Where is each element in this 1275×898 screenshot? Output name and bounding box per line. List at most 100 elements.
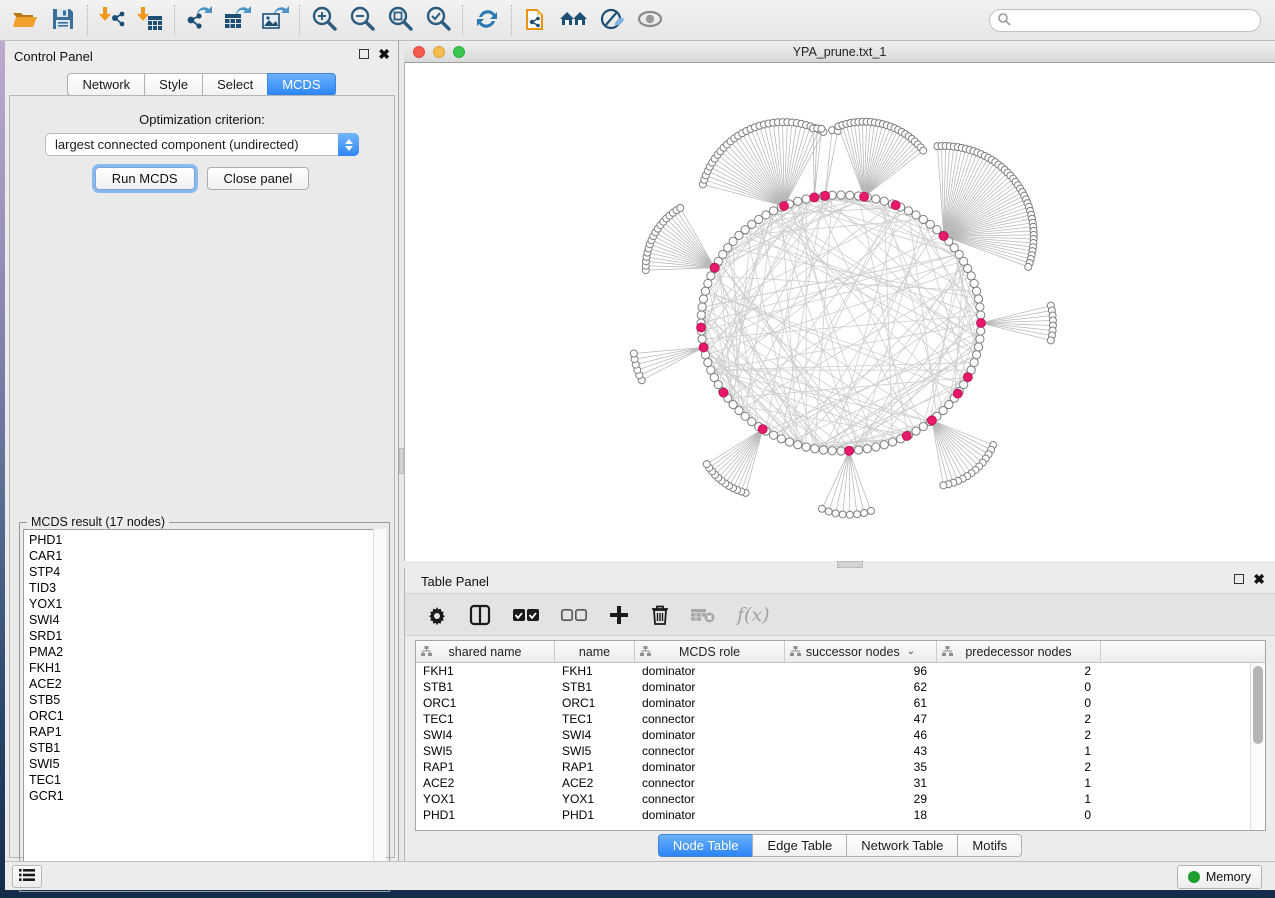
mcds-result-item[interactable]: ORC1 xyxy=(29,708,385,724)
column-header-successor-nodes[interactable]: successor nodes ⌄ xyxy=(785,641,937,662)
tab-edge-table[interactable]: Edge Table xyxy=(752,834,847,857)
column-header-name[interactable]: name xyxy=(555,641,635,662)
mcds-result-item[interactable]: FKH1 xyxy=(29,660,385,676)
export-image-button[interactable] xyxy=(256,3,294,37)
table-settings-button[interactable] xyxy=(427,605,447,625)
table-row[interactable]: SWI5SWI5connector431 xyxy=(416,743,1250,759)
table-cell[interactable]: dominator xyxy=(635,696,785,710)
table-row[interactable]: ACE2ACE2connector311 xyxy=(416,775,1250,791)
export-network-button[interactable] xyxy=(180,3,218,37)
delete-column-button[interactable] xyxy=(651,604,669,625)
table-cell[interactable]: ORC1 xyxy=(555,696,635,710)
mcds-result-item[interactable]: ACE2 xyxy=(29,676,385,692)
visual-style-button[interactable] xyxy=(593,3,631,37)
table-cell[interactable]: 35 xyxy=(785,760,937,774)
table-cell[interactable]: FKH1 xyxy=(555,664,635,678)
mcds-result-item[interactable]: PHD1 xyxy=(29,532,385,548)
table-cell[interactable]: dominator xyxy=(635,680,785,694)
table-cell[interactable]: 2 xyxy=(937,760,1101,774)
mcds-result-item[interactable]: YOX1 xyxy=(29,596,385,612)
tab-node-table[interactable]: Node Table xyxy=(658,834,754,857)
close-panel-icon[interactable]: ✖ xyxy=(378,49,390,59)
table-row[interactable]: STB1STB1dominator620 xyxy=(416,679,1250,695)
tab-motifs[interactable]: Motifs xyxy=(957,834,1022,857)
table-cell[interactable]: connector xyxy=(635,776,785,790)
run-mcds-button[interactable]: Run MCDS xyxy=(95,167,195,190)
table-cell[interactable]: ORC1 xyxy=(416,696,555,710)
table-cell[interactable]: TEC1 xyxy=(555,712,635,726)
tab-network[interactable]: Network xyxy=(67,73,145,96)
show-hide-button[interactable] xyxy=(631,3,669,37)
table-cell[interactable]: STB1 xyxy=(555,680,635,694)
table-cell[interactable]: 43 xyxy=(785,744,937,758)
delete-table-button[interactable] xyxy=(691,607,715,623)
splitter-grip[interactable] xyxy=(837,561,863,568)
table-cell[interactable]: PHD1 xyxy=(555,808,635,822)
memory-button[interactable]: Memory xyxy=(1177,865,1262,889)
add-column-button[interactable] xyxy=(609,605,629,625)
mcds-result-list[interactable]: PHD1CAR1STP4TID3YOX1SWI4SRD1PMA2FKH1ACE2… xyxy=(23,529,386,888)
mcds-result-item[interactable]: TID3 xyxy=(29,580,385,596)
table-cell[interactable]: connector xyxy=(635,712,785,726)
table-cell[interactable]: 2 xyxy=(937,728,1101,742)
table-cell[interactable]: 1 xyxy=(937,776,1101,790)
table-row[interactable]: TEC1TEC1connector472 xyxy=(416,711,1250,727)
mcds-result-item[interactable]: STB1 xyxy=(29,740,385,756)
table-cell[interactable]: 0 xyxy=(937,696,1101,710)
mcds-result-item[interactable]: PMA2 xyxy=(29,644,385,660)
mcds-result-item[interactable]: SWI5 xyxy=(29,756,385,772)
close-panel-button[interactable]: Close panel xyxy=(207,167,310,190)
float-panel-icon[interactable] xyxy=(1234,574,1244,584)
refresh-layout-button[interactable] xyxy=(468,3,506,37)
mcds-result-item[interactable]: GCR1 xyxy=(29,788,385,804)
table-cell[interactable]: FKH1 xyxy=(416,664,555,678)
column-layout-button[interactable] xyxy=(469,604,491,626)
table-cell[interactable]: PHD1 xyxy=(416,808,555,822)
table-row[interactable]: PHD1PHD1dominator180 xyxy=(416,807,1250,823)
table-cell[interactable]: 1 xyxy=(937,744,1101,758)
table-cell[interactable]: 29 xyxy=(785,792,937,806)
table-cell[interactable]: RAP1 xyxy=(555,760,635,774)
table-cell[interactable]: dominator xyxy=(635,664,785,678)
table-cell[interactable]: dominator xyxy=(635,760,785,774)
import-table-button[interactable] xyxy=(131,3,169,37)
table-cell[interactable]: SWI5 xyxy=(555,744,635,758)
close-panel-icon[interactable]: ✖ xyxy=(1253,574,1265,584)
table-cell[interactable]: ACE2 xyxy=(555,776,635,790)
column-header-shared-name[interactable]: shared name xyxy=(416,641,555,662)
table-cell[interactable]: STB1 xyxy=(416,680,555,694)
network-document-button[interactable] xyxy=(517,3,555,37)
table-cell[interactable]: 2 xyxy=(937,664,1101,678)
mcds-result-item[interactable]: SWI4 xyxy=(29,612,385,628)
open-file-button[interactable] xyxy=(6,3,44,37)
table-cell[interactable]: 0 xyxy=(937,680,1101,694)
network-titlebar[interactable]: YPA_prune.txt_1 xyxy=(404,41,1275,63)
table-cell[interactable]: 62 xyxy=(785,680,937,694)
table-cell[interactable]: 31 xyxy=(785,776,937,790)
table-row[interactable]: SWI4SWI4dominator462 xyxy=(416,727,1250,743)
table-cell[interactable]: RAP1 xyxy=(416,760,555,774)
table-row[interactable]: ORC1ORC1dominator610 xyxy=(416,695,1250,711)
table-cell[interactable]: 1 xyxy=(937,792,1101,806)
tab-style[interactable]: Style xyxy=(144,73,203,96)
mcds-result-item[interactable]: SRD1 xyxy=(29,628,385,644)
export-table-button[interactable] xyxy=(218,3,256,37)
criterion-dropdown[interactable]: largest connected component (undirected) xyxy=(45,133,359,156)
table-row[interactable]: RAP1RAP1dominator352 xyxy=(416,759,1250,775)
table-scrollbar[interactable] xyxy=(1250,663,1265,830)
save-button[interactable] xyxy=(44,3,82,37)
table-cell[interactable]: TEC1 xyxy=(416,712,555,726)
table-cell[interactable]: YOX1 xyxy=(416,792,555,806)
scrollbar-thumb[interactable] xyxy=(1253,666,1263,744)
column-header-mcds-role[interactable]: MCDS role xyxy=(635,641,785,662)
float-panel-icon[interactable] xyxy=(359,49,369,59)
table-cell[interactable]: YOX1 xyxy=(555,792,635,806)
tab-network-table[interactable]: Network Table xyxy=(846,834,958,857)
horizontal-splitter[interactable] xyxy=(404,561,1275,568)
table-cell[interactable]: 61 xyxy=(785,696,937,710)
network-canvas[interactable] xyxy=(404,63,1275,561)
table-cell[interactable]: 0 xyxy=(937,808,1101,822)
search-input[interactable] xyxy=(1011,12,1260,30)
task-history-button[interactable] xyxy=(12,865,42,888)
table-cell[interactable]: 18 xyxy=(785,808,937,822)
